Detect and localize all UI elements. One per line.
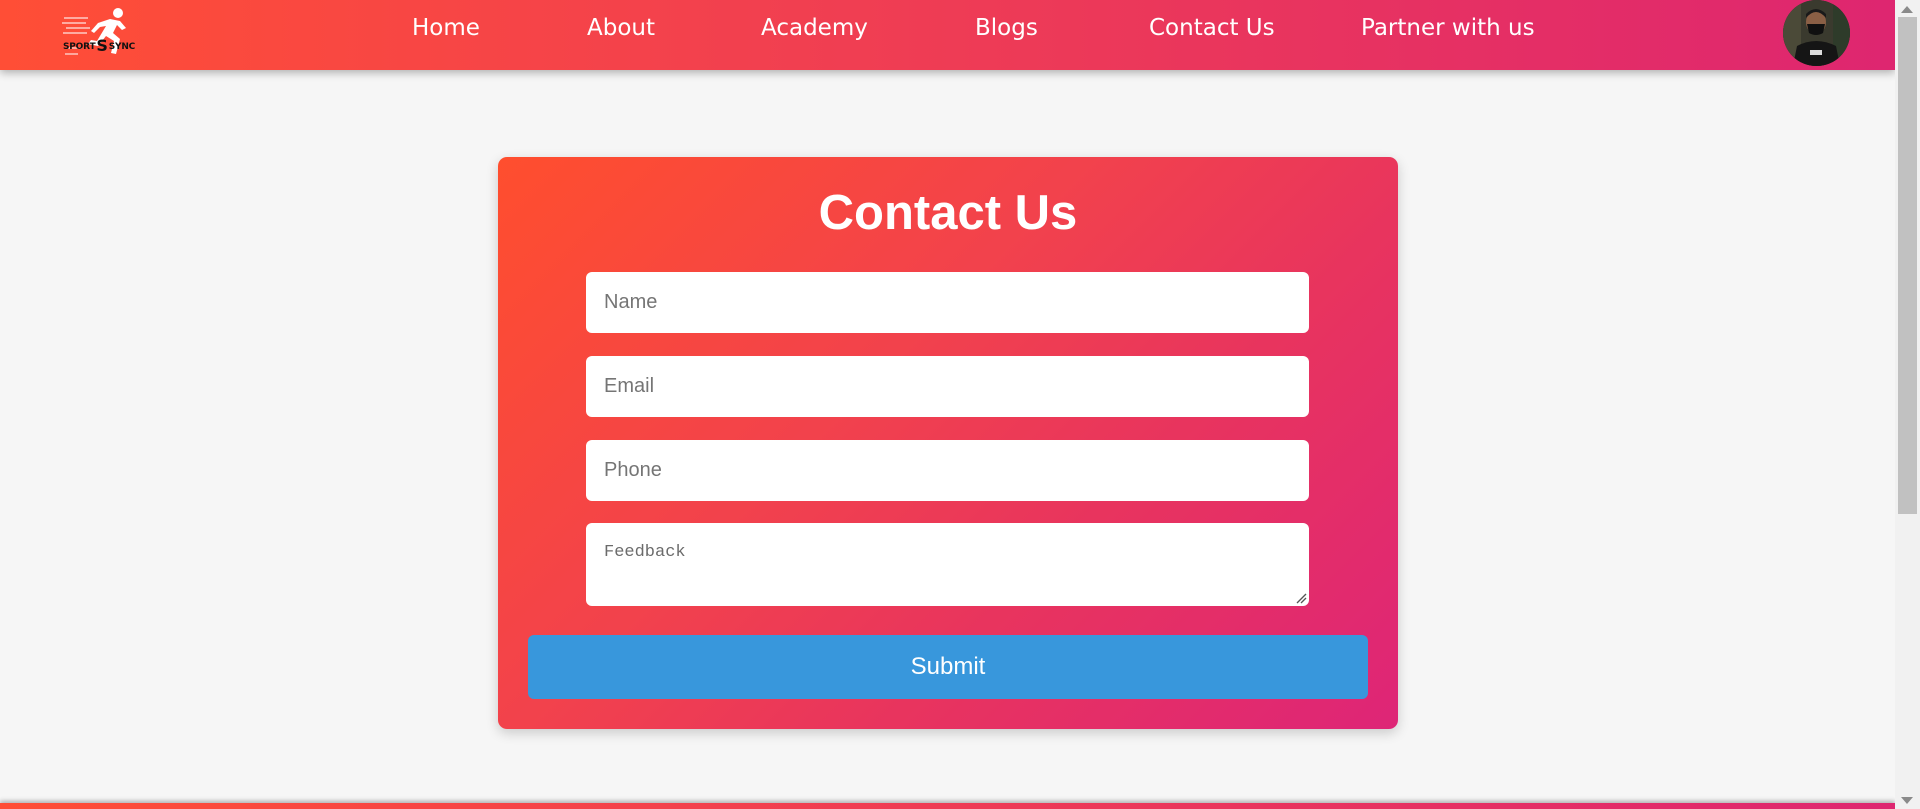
nav-academy[interactable]: Academy [761, 13, 868, 43]
scroll-up-arrow-icon[interactable] [1901, 6, 1913, 13]
scroll-down-arrow-icon[interactable] [1901, 797, 1913, 804]
feedback-textarea[interactable] [586, 523, 1309, 606]
submit-button[interactable]: Submit [528, 635, 1368, 699]
navbar: SPORTSSYNC Home About Academy Blogs Cont… [0, 0, 1895, 70]
logo-text-mid: S [96, 36, 108, 55]
user-avatar[interactable] [1783, 0, 1850, 66]
contact-title: Contact Us [818, 186, 1078, 240]
logo-text-left: SPORT [63, 42, 96, 52]
scrollbar-thumb[interactable] [1898, 17, 1917, 514]
footer-strip [0, 803, 1895, 809]
running-athlete-logo-icon [62, 8, 126, 55]
nav-partner-with-us[interactable]: Partner with us [1361, 13, 1535, 43]
nav-home[interactable]: Home [412, 13, 480, 43]
nav-contact-us[interactable]: Contact Us [1149, 13, 1275, 43]
avatar-photo-icon [1783, 0, 1850, 66]
page: SPORTSSYNC Home About Academy Blogs Cont… [0, 0, 1920, 809]
logo-wordmark: SPORTSSYNC [63, 36, 135, 55]
logo-text-right: SYNC [108, 42, 136, 52]
nav-about[interactable]: About [587, 13, 655, 43]
email-input[interactable] [586, 356, 1309, 417]
vertical-scrollbar[interactable] [1895, 0, 1920, 809]
site-logo[interactable]: SPORTSSYNC [60, 4, 136, 66]
resize-grip-icon[interactable] [1295, 592, 1307, 604]
contact-card: Contact Us Submit [498, 157, 1398, 729]
name-input[interactable] [586, 272, 1309, 333]
nav-blogs[interactable]: Blogs [975, 13, 1038, 43]
phone-input[interactable] [586, 440, 1309, 501]
